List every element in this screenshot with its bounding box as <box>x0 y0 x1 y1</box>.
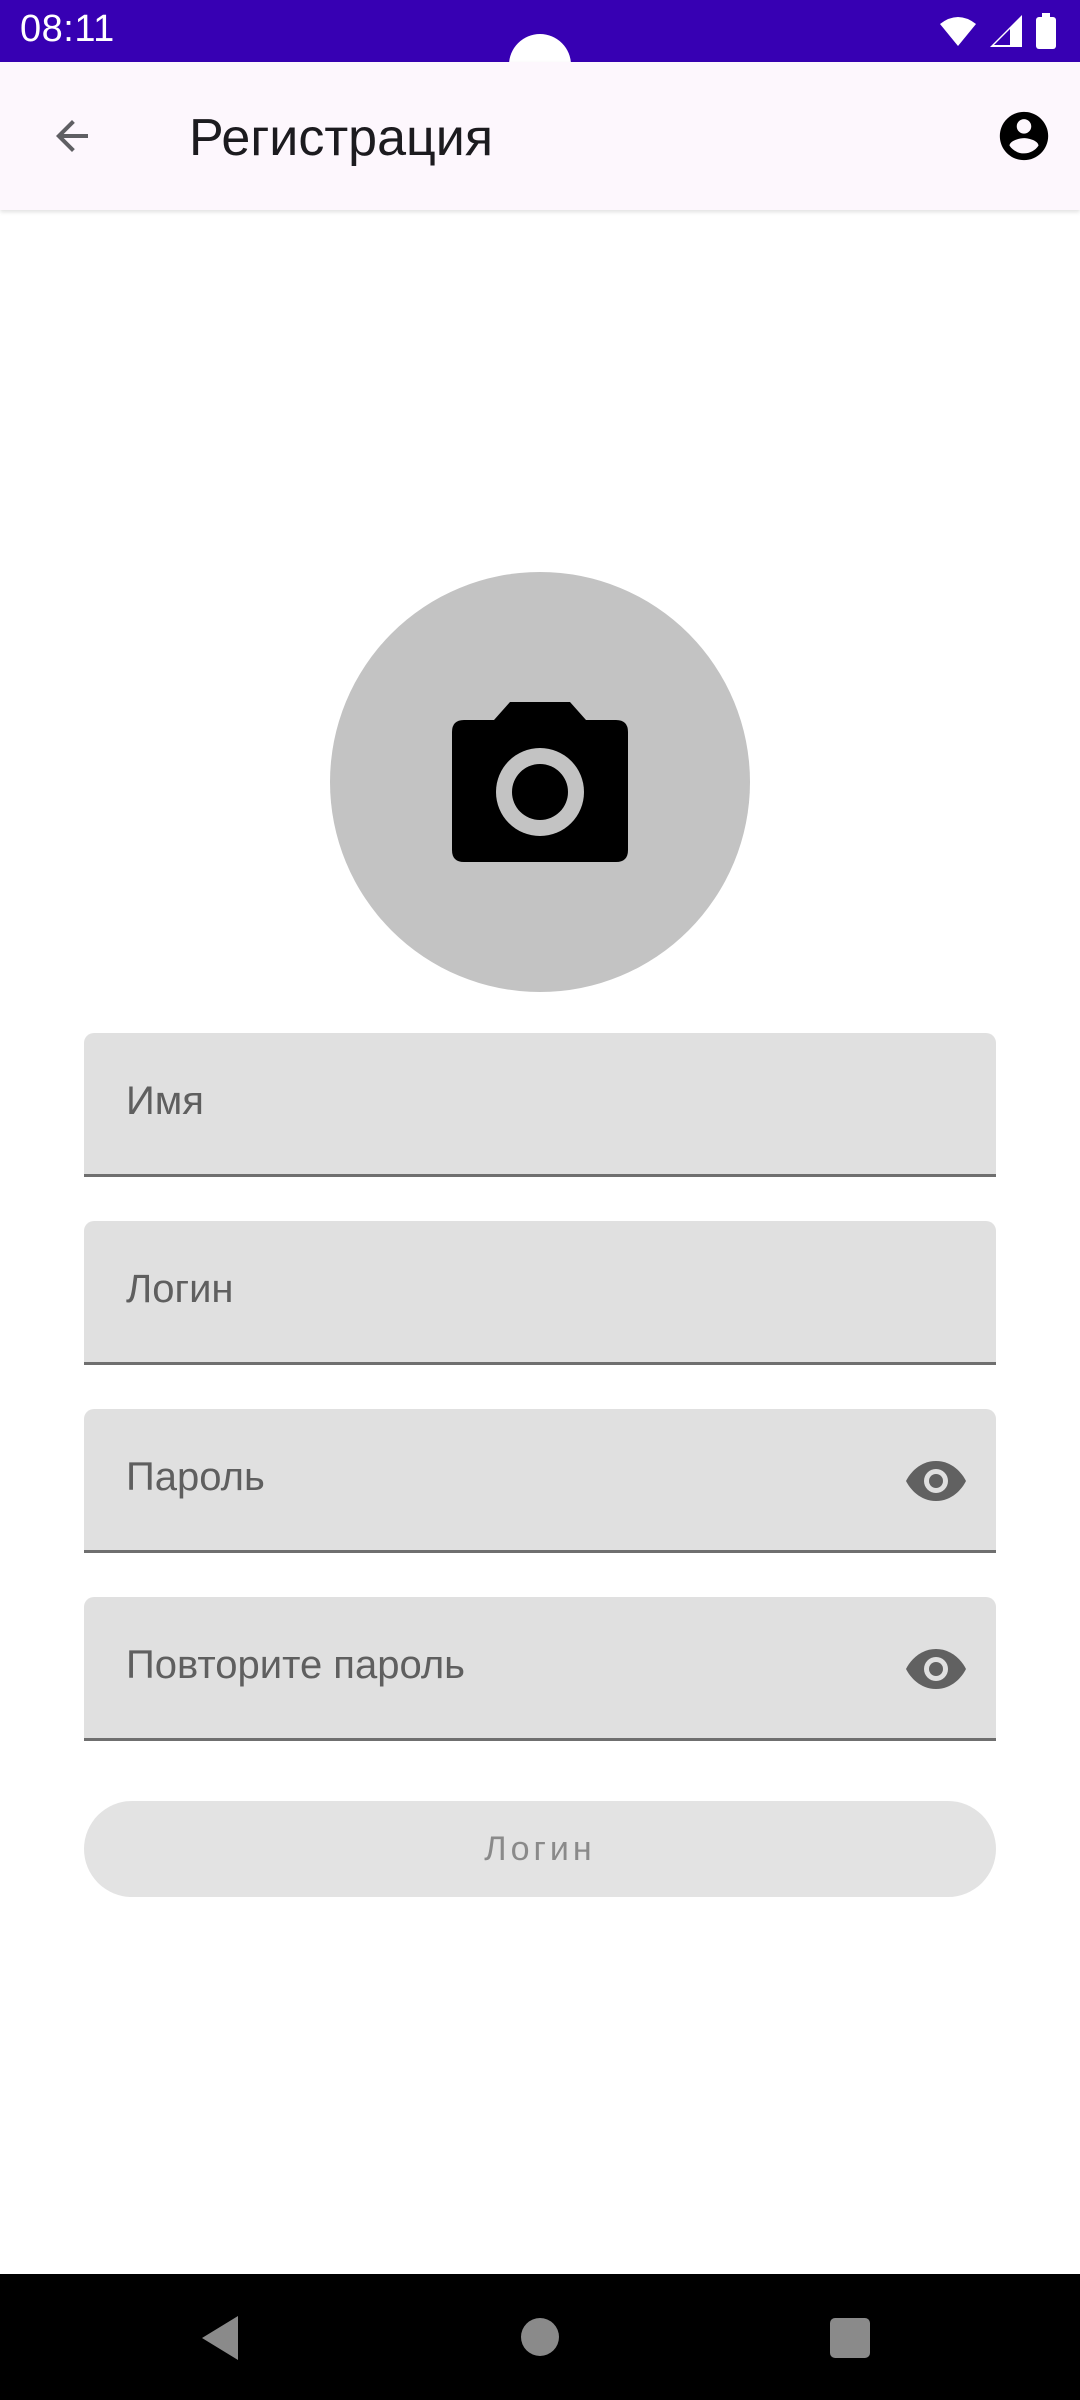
login-button[interactable]: Логин <box>84 1801 996 1897</box>
nav-back-icon[interactable] <box>198 2314 242 2362</box>
avatar-photo-picker[interactable] <box>330 572 750 992</box>
camera-icon <box>452 702 628 862</box>
page-title: Регистрация <box>189 109 493 167</box>
back-button[interactable] <box>40 104 104 168</box>
password-visibility-toggle[interactable] <box>906 1451 966 1511</box>
name-field-label: Имя <box>126 1079 204 1123</box>
password-field[interactable]: Пароль <box>84 1409 996 1553</box>
wifi-icon <box>940 17 976 46</box>
password-field-label: Пароль <box>126 1455 265 1499</box>
login-field[interactable]: Логин <box>84 1221 996 1365</box>
system-navigation-bar <box>0 2274 1080 2400</box>
name-field[interactable]: Имя <box>84 1033 996 1177</box>
repeat-password-field[interactable]: Повторите пароль <box>84 1597 996 1741</box>
status-time: 08:11 <box>20 8 115 50</box>
cell-signal-icon <box>990 15 1022 47</box>
account-circle-icon <box>999 111 1049 161</box>
arrow-back-icon <box>56 120 88 152</box>
battery-icon <box>1036 13 1056 49</box>
account-button[interactable] <box>992 104 1056 168</box>
app-bar: Регистрация <box>0 62 1080 210</box>
eye-icon <box>906 1461 966 1501</box>
repeat-password-visibility-toggle[interactable] <box>906 1639 966 1699</box>
status-icons <box>940 12 1056 50</box>
login-field-label: Логин <box>126 1267 234 1311</box>
repeat-password-field-label: Повторите пароль <box>126 1643 466 1687</box>
nav-recents-icon[interactable] <box>830 2318 870 2358</box>
nav-home-icon[interactable] <box>521 2318 559 2356</box>
eye-icon <box>906 1649 966 1689</box>
